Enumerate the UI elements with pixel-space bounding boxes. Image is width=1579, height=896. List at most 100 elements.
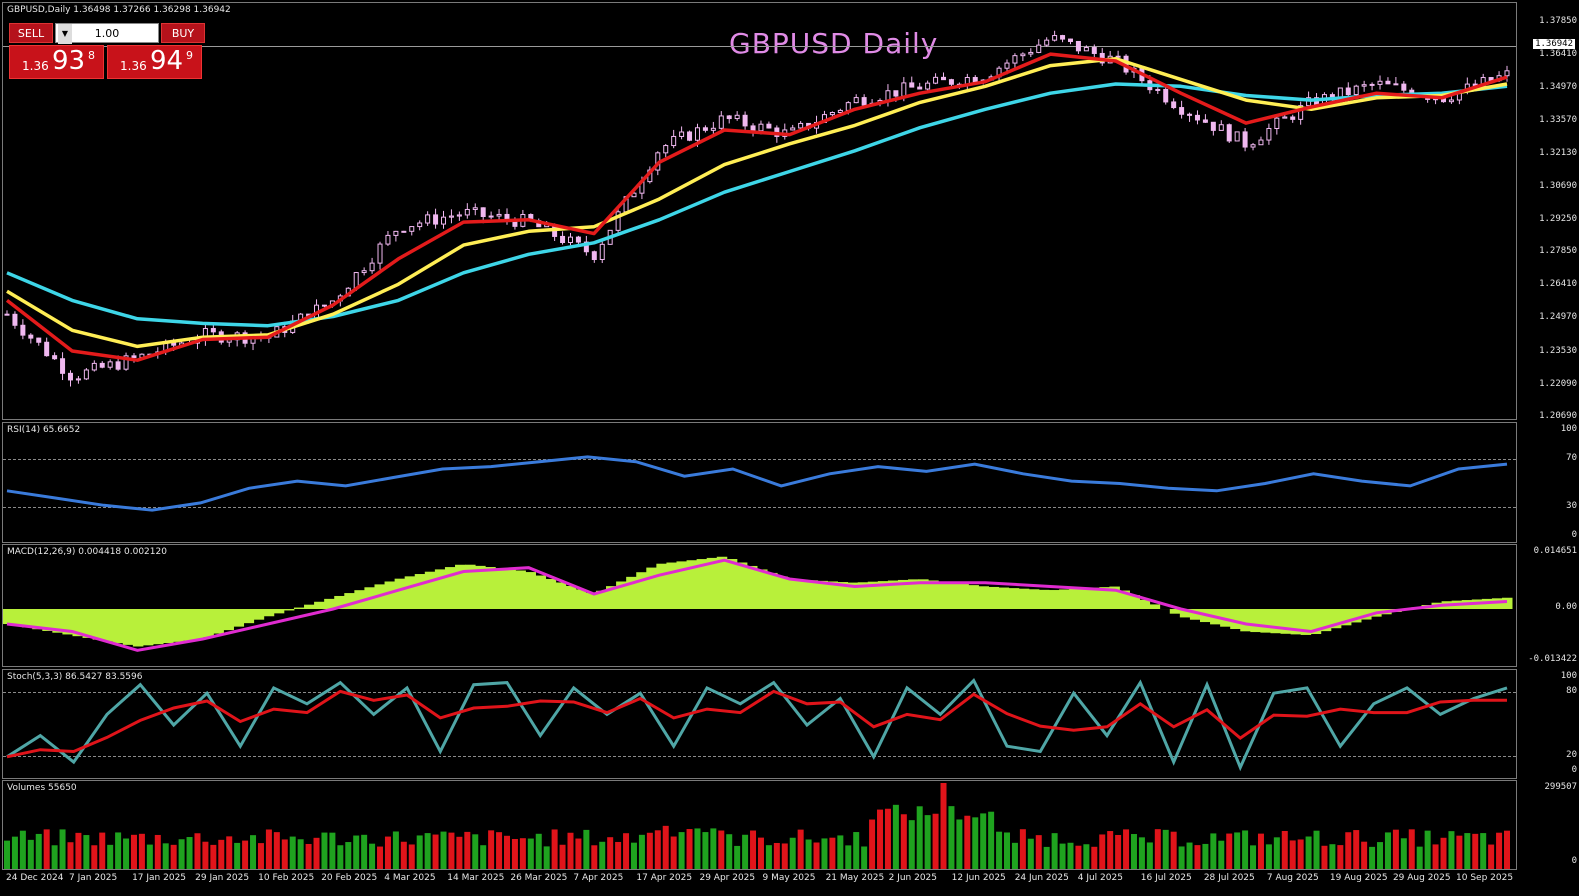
- volume-bar: [1289, 840, 1296, 869]
- volume-bar: [877, 809, 884, 869]
- candle-body: [321, 304, 327, 307]
- date-tick: 24 Dec 2024: [6, 873, 64, 883]
- volume-bar: [765, 845, 772, 869]
- macd-histogram-bar: [1270, 609, 1281, 634]
- macd-histogram-bar: [314, 601, 325, 609]
- buy-price-box[interactable]: 1.36 94 9: [107, 45, 202, 79]
- candle-body: [687, 131, 693, 141]
- volume-bar: [837, 835, 844, 869]
- sell-price-box[interactable]: 1.36 93 8: [9, 45, 104, 79]
- volume-bar: [265, 829, 272, 869]
- volume-bar: [1305, 836, 1312, 869]
- volume-bar: [178, 839, 185, 869]
- volume-bar: [813, 842, 820, 869]
- volume-bar: [1146, 842, 1153, 869]
- macd-histogram-bar: [1089, 587, 1100, 609]
- candle-body: [409, 226, 415, 232]
- date-tick: 19 Aug 2025: [1329, 873, 1388, 883]
- date-tick: 20 Feb 2025: [321, 873, 378, 883]
- macd-panel[interactable]: MACD(12,26,9) 0.004418 0.002120: [2, 544, 1517, 667]
- volume-bar: [400, 841, 407, 869]
- volume-bar: [575, 838, 582, 869]
- stoch-tick: 100: [1560, 671, 1577, 681]
- macd-histogram-bar: [928, 580, 939, 609]
- volume-panel[interactable]: Volumes 55650: [2, 780, 1517, 870]
- volume-bar: [345, 842, 352, 869]
- macd-histogram-bar: [193, 609, 204, 640]
- volume-bar: [757, 837, 764, 869]
- volume-bar: [448, 832, 455, 869]
- volume-bar: [1432, 844, 1439, 869]
- date-tick: 21 May 2025: [825, 873, 885, 883]
- candle-body: [1004, 62, 1010, 69]
- candle-body: [758, 123, 764, 132]
- macd-histogram-bar: [988, 586, 1000, 609]
- rsi-panel[interactable]: RSI(14) 65.6652: [2, 422, 1517, 543]
- volume-bar: [980, 813, 987, 869]
- price-tick: 1.32130: [1539, 147, 1577, 158]
- date-tick: 2 Jun 2025: [888, 873, 938, 883]
- volume-bar: [718, 830, 725, 869]
- candle-body: [790, 127, 796, 131]
- lot-size-input[interactable]: ▼ 1.00: [55, 23, 159, 44]
- volume-tick: 299507: [1544, 782, 1577, 792]
- buy-price-fraction: 9: [186, 49, 193, 62]
- macd-histogram-bar: [233, 609, 245, 627]
- volume-bar: [289, 836, 296, 869]
- volume-bar: [567, 832, 574, 869]
- volume-bar: [123, 838, 130, 869]
- lot-down-arrow-icon[interactable]: ▼: [58, 24, 72, 44]
- macd-histogram-bar: [223, 609, 234, 631]
- candle-body: [1401, 83, 1407, 91]
- macd-histogram-bar: [817, 580, 828, 609]
- candle-body: [91, 362, 97, 371]
- volume-bar: [805, 839, 812, 869]
- stochastic-panel[interactable]: Stoch(5,3,3) 86.5427 83.5596: [2, 669, 1517, 779]
- volume-bar: [504, 835, 510, 869]
- macd-histogram-bar: [142, 609, 154, 646]
- macd-histogram-bar: [293, 607, 305, 609]
- volume-bar: [257, 843, 264, 869]
- volume-bar: [408, 844, 415, 869]
- candle-body: [853, 97, 859, 104]
- macd-histogram-bar: [736, 562, 748, 609]
- stoch-tick: 20: [1566, 750, 1577, 760]
- volume-bar: [559, 844, 566, 869]
- volume-bar: [551, 829, 558, 869]
- candle-body: [1036, 44, 1042, 53]
- macd-histogram-bar: [1149, 604, 1161, 609]
- sell-button[interactable]: SELL: [9, 23, 53, 43]
- volume-bar: [1083, 844, 1090, 869]
- sell-price-prefix: 1.36: [22, 59, 49, 73]
- candle-body: [385, 234, 391, 245]
- candle-body: [1353, 85, 1359, 96]
- volume-bar: [1138, 837, 1145, 869]
- volume-bar: [1345, 832, 1352, 869]
- macd-histogram-bar: [12, 609, 23, 626]
- volume-svg: [4, 783, 1510, 869]
- volume-bar: [1472, 833, 1479, 869]
- rsi-tick: 0: [1571, 530, 1577, 540]
- volume-bar: [1035, 835, 1042, 869]
- volume-bar: [99, 832, 106, 869]
- macd-histogram-bar: [575, 589, 587, 609]
- rsi-tick: 100: [1560, 424, 1577, 434]
- last-price-tag: 1.36942: [1533, 39, 1575, 49]
- candle-body: [1282, 116, 1288, 119]
- candle-body: [369, 262, 375, 272]
- price-scale[interactable]: 1.36942 1.37850 1.36410 1.34970 1.33570 1.32…: [1517, 2, 1579, 421]
- volume-bar: [59, 829, 66, 869]
- volume-bar: [472, 834, 479, 869]
- candle-body: [750, 125, 756, 132]
- volume-bar: [996, 831, 1003, 869]
- volume-bar: [1004, 832, 1010, 869]
- volume-bar: [1186, 842, 1193, 869]
- buy-button[interactable]: BUY: [161, 23, 205, 43]
- macd-histogram-bar: [998, 587, 1010, 609]
- volume-bar: [686, 829, 693, 869]
- volume-bar: [1027, 838, 1034, 869]
- sell-price-fraction: 8: [88, 49, 95, 62]
- volume-bar: [1377, 842, 1384, 869]
- volume-bar: [1130, 834, 1137, 869]
- price-chart-panel[interactable]: GBPUSD,Daily 1.36498 1.37266 1.36298 1.3…: [2, 2, 1517, 420]
